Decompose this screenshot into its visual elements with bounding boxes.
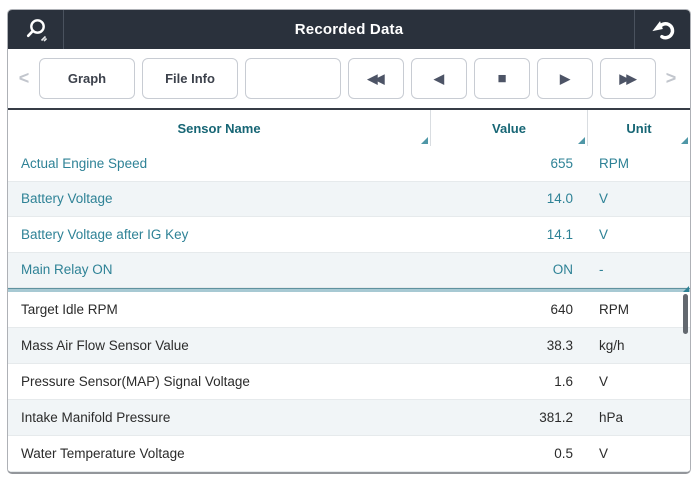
sensor-name-cell: Main Relay ON bbox=[21, 262, 113, 278]
sensor-value-cell: 655 bbox=[550, 155, 573, 171]
table-row[interactable]: Actual Engine Speed 655 RPM bbox=[8, 146, 690, 182]
table-header: Sensor Name Value Unit bbox=[8, 110, 690, 146]
sensor-value-cell: 38.3 bbox=[546, 338, 573, 353]
sensor-unit-cell: RPM bbox=[599, 302, 629, 317]
toolbar-scroll-right[interactable]: > bbox=[663, 68, 679, 89]
back-button[interactable] bbox=[634, 10, 690, 49]
table-row[interactable]: Mass Air Flow Sensor Value 38.3 kg/h bbox=[8, 328, 690, 364]
table-row[interactable]: Water Temperature Voltage 0.5 V bbox=[8, 436, 690, 472]
step-back-icon: ◀ bbox=[434, 70, 444, 86]
sensor-unit-cell: RPM bbox=[599, 155, 629, 171]
table-row[interactable]: Main Relay ON ON - bbox=[8, 252, 690, 288]
sensor-name-cell: Pressure Sensor(MAP) Signal Voltage bbox=[21, 374, 250, 389]
sensor-value-cell: ON bbox=[552, 262, 573, 278]
table-row[interactable]: Target Idle RPM 640 RPM bbox=[8, 292, 690, 328]
fast-forward-button[interactable]: ▶▶ bbox=[600, 58, 656, 99]
column-header-sensor-name[interactable]: Sensor Name bbox=[8, 110, 430, 146]
sensor-name-cell: Battery Voltage bbox=[21, 191, 113, 207]
stop-button[interactable]: ■ bbox=[474, 58, 530, 99]
app-window: Recorded Data < Graph File Info ◀◀ ◀ ■ ▶… bbox=[7, 9, 691, 474]
table-row[interactable]: Battery Voltage after IG Key 14.1 V bbox=[8, 217, 690, 253]
sensor-value-cell: 381.2 bbox=[539, 410, 573, 425]
column-header-unit[interactable]: Unit bbox=[587, 110, 690, 146]
table-row[interactable]: Intake Manifold Pressure 381.2 hPa bbox=[8, 400, 690, 436]
column-resize-handle-icon[interactable] bbox=[681, 137, 688, 144]
pinned-rows-section: Actual Engine Speed 655 RPM Battery Volt… bbox=[8, 146, 690, 288]
sensor-unit-cell: V bbox=[599, 446, 609, 461]
title-bar: Recorded Data bbox=[8, 10, 690, 49]
fast-forward-icon: ▶▶ bbox=[619, 70, 637, 86]
rewind-button[interactable]: ◀◀ bbox=[348, 58, 404, 99]
step-back-button[interactable]: ◀ bbox=[411, 58, 467, 99]
toolbar: < Graph File Info ◀◀ ◀ ■ ▶ ▶▶ > bbox=[8, 49, 690, 110]
sensor-name-cell: Actual Engine Speed bbox=[21, 155, 148, 171]
sensor-value-cell: 0.5 bbox=[554, 446, 573, 461]
sensor-name-cell: Battery Voltage after IG Key bbox=[21, 226, 189, 242]
stop-icon: ■ bbox=[497, 70, 507, 87]
sensor-unit-cell: hPa bbox=[599, 410, 624, 425]
table-row[interactable]: Battery Voltage 14.0 V bbox=[8, 181, 690, 217]
toolbar-scroll-left[interactable]: < bbox=[16, 68, 32, 89]
file-info-button[interactable]: File Info bbox=[142, 58, 238, 99]
return-arrow-icon bbox=[652, 21, 675, 40]
sensor-value-cell: 14.1 bbox=[546, 226, 573, 242]
sensor-name-cell: Mass Air Flow Sensor Value bbox=[21, 338, 189, 353]
rewind-icon: ◀◀ bbox=[367, 70, 385, 86]
magnifier-icon bbox=[26, 18, 47, 42]
sensor-value-cell: 14.0 bbox=[546, 191, 573, 207]
search-button[interactable] bbox=[8, 10, 64, 49]
sensor-unit-cell: - bbox=[599, 262, 604, 278]
sensor-name-cell: Intake Manifold Pressure bbox=[21, 410, 171, 425]
page-title: Recorded Data bbox=[294, 21, 404, 38]
play-button[interactable]: ▶ bbox=[537, 58, 593, 99]
graph-button[interactable]: Graph bbox=[39, 58, 135, 99]
sensor-unit-cell: V bbox=[599, 191, 609, 207]
column-header-value[interactable]: Value bbox=[430, 110, 587, 146]
sensor-unit-cell: V bbox=[599, 226, 609, 242]
sensor-value-cell: 640 bbox=[550, 302, 573, 317]
column-resize-handle-icon[interactable] bbox=[421, 137, 428, 144]
sensor-name-cell: Water Temperature Voltage bbox=[21, 446, 185, 461]
empty-button[interactable] bbox=[245, 58, 341, 99]
sensor-value-cell: 1.6 bbox=[554, 374, 573, 389]
table-row[interactable]: Pressure Sensor(MAP) Signal Voltage 1.6 … bbox=[8, 364, 690, 400]
sensor-name-cell: Target Idle RPM bbox=[21, 302, 118, 317]
recorded-data-screen: Recorded Data < Graph File Info ◀◀ ◀ ■ ▶… bbox=[0, 0, 698, 487]
scrollable-rows-section: Target Idle RPM 640 RPM Mass Air Flow Se… bbox=[8, 292, 690, 472]
sensor-unit-cell: V bbox=[599, 374, 609, 389]
sensor-unit-cell: kg/h bbox=[599, 338, 625, 353]
play-icon: ▶ bbox=[560, 70, 570, 86]
column-resize-handle-icon[interactable] bbox=[578, 137, 585, 144]
scrollbar-thumb[interactable] bbox=[683, 294, 688, 334]
